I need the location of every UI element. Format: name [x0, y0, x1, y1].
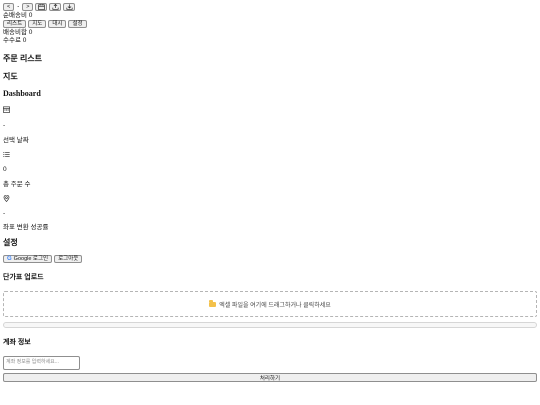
- folder-icon: [209, 300, 217, 307]
- prev-date-button[interactable]: <: [3, 3, 15, 11]
- dashboard-heading: Dashboard: [3, 89, 41, 98]
- map-heading: 지도: [3, 72, 18, 81]
- shipping-sum-text: 순배송비 0: [3, 12, 33, 19]
- tab-dashboard[interactable]: 대시: [48, 20, 67, 28]
- fee-text: 수수료 0: [3, 37, 27, 44]
- tab-list[interactable]: 리스트: [3, 20, 27, 28]
- download-icon: [66, 4, 73, 10]
- auth-buttons: G Google 로그인 로그아웃: [3, 255, 83, 263]
- date-separator: -: [17, 4, 20, 10]
- selected-date-value: -: [3, 122, 6, 129]
- total-orders-label: 총 주문 수: [3, 181, 31, 188]
- tab-settings[interactable]: 설정: [68, 20, 87, 28]
- location-pin-icon: [3, 195, 10, 202]
- date-toolbar: < - >: [3, 3, 76, 11]
- logout-button[interactable]: 로그아웃: [54, 255, 83, 263]
- list-icon: [3, 151, 10, 158]
- upload-progress-bar: [3, 322, 537, 328]
- account-info-input[interactable]: [3, 356, 80, 370]
- google-login-label: Google 로그인: [13, 255, 49, 262]
- google-logo-icon: G: [7, 255, 12, 262]
- excel-drop-zone[interactable]: 엑셀 파일을 여기에 드래그하거나 클릭하세요: [3, 291, 537, 317]
- tab-bar: 리스트 지도 대시 설정: [3, 20, 87, 28]
- order-list-heading: 주문 리스트: [3, 54, 43, 63]
- account-info-heading: 계좌 정보: [3, 339, 31, 346]
- geocode-rate-value: -: [3, 210, 6, 217]
- geocode-rate-label: 좌표 변환 성공률: [3, 224, 49, 231]
- calendar-button[interactable]: [35, 3, 48, 11]
- download-button[interactable]: [63, 3, 76, 11]
- drop-zone-text: 엑셀 파일을 여기에 드래그하거나 클릭하세요: [219, 302, 331, 309]
- total-orders-value: 0: [3, 166, 7, 173]
- price-upload-heading: 단가표 업로드: [3, 274, 44, 281]
- selected-date-label: 선택 날짜: [3, 137, 29, 144]
- next-date-button[interactable]: >: [22, 3, 34, 11]
- calendar-icon: [3, 106, 10, 113]
- upload-icon: [52, 4, 59, 10]
- settings-heading: 설정: [3, 238, 18, 247]
- shipping-ratio-text: 배송비합 0: [3, 29, 33, 36]
- upload-button[interactable]: [49, 3, 62, 11]
- tab-map[interactable]: 지도: [28, 20, 47, 28]
- google-login-button[interactable]: G Google 로그인: [3, 255, 53, 263]
- calendar-icon: [38, 4, 45, 10]
- process-button[interactable]: 처리하기: [3, 373, 537, 382]
